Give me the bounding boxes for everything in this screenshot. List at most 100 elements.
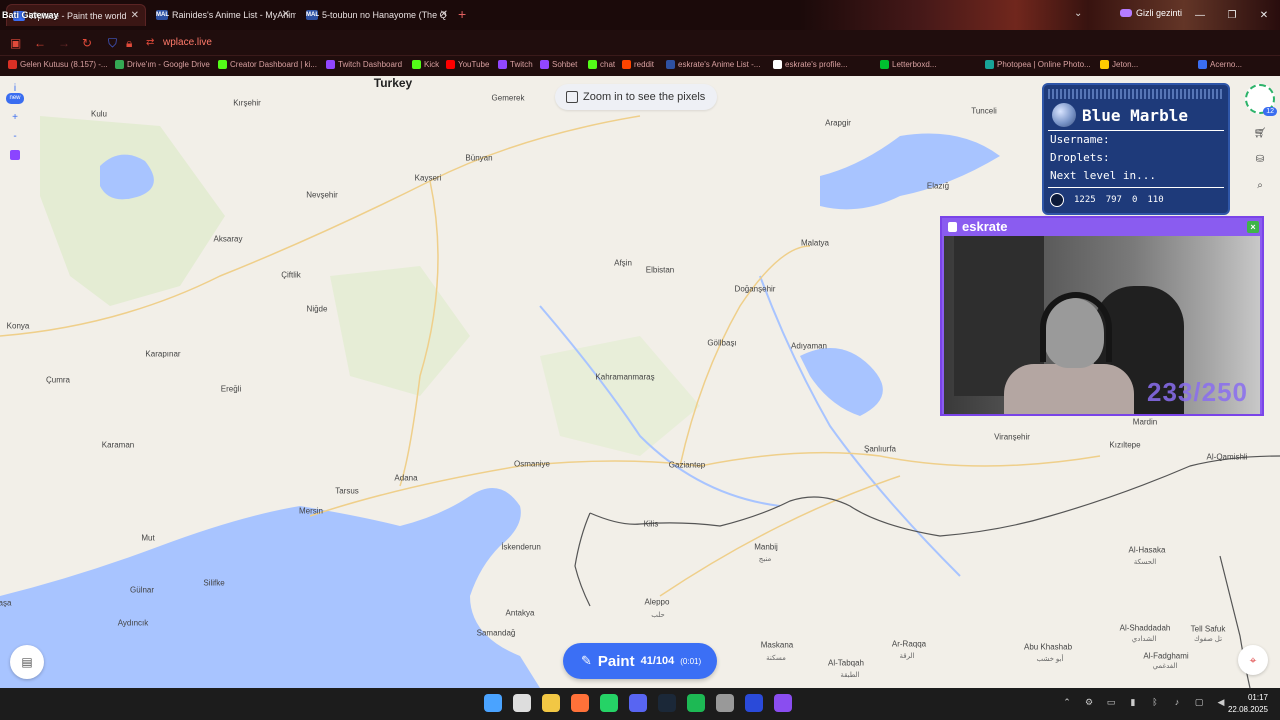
city-label: Gaziantep <box>668 460 706 470</box>
city-label: Al-Shaddadah <box>1119 623 1171 633</box>
system-tray: ⌃ ⚙ ▭ ▮ ᛒ ♪ ▢ ◀ <box>1062 697 1226 709</box>
twitch-icon[interactable] <box>10 150 20 160</box>
steam-icon[interactable] <box>658 694 676 712</box>
vegetation-area <box>330 266 470 396</box>
paint-timer: (0:01) <box>680 656 702 666</box>
bookmark-item[interactable]: chat <box>588 60 615 69</box>
bookmark-label: eskrate's profile... <box>785 60 848 69</box>
bookmark-item[interactable]: Acerno... <box>1198 60 1242 69</box>
discord-icon[interactable] <box>629 694 647 712</box>
bookmark-item[interactable]: YouTube <box>446 60 489 69</box>
coord-tile-y[interactable]: 797 <box>1106 195 1122 205</box>
close-icon[interactable]: ✕ <box>131 5 139 26</box>
cart-icon[interactable]: 🛒︎ <box>1253 128 1267 140</box>
chevron-up-icon[interactable]: ⌃ <box>1062 697 1072 709</box>
layers-button[interactable]: ▤ <box>10 645 44 679</box>
start-icon[interactable] <box>484 694 502 712</box>
coord-pixel-y[interactable]: 110 <box>1147 195 1163 205</box>
bookmark-item[interactable]: Drive'ım - Google Drive <box>115 60 210 69</box>
city-label: Abu Khashab <box>1023 642 1073 652</box>
clock[interactable]: 01:17 22.08.2025 <box>1228 692 1268 716</box>
chatgpt-icon[interactable] <box>716 694 734 712</box>
bookmark-icon <box>588 60 597 69</box>
bookmark-item[interactable]: Kick <box>412 60 439 69</box>
zoom-out-button[interactable]: - <box>13 131 16 142</box>
city-label: Karapınar <box>145 349 181 359</box>
minimize-button[interactable]: — <box>1184 10 1216 21</box>
display-icon[interactable]: ▢ <box>1194 697 1204 709</box>
leaderboard-icon[interactable]: ⛁ <box>1253 154 1267 166</box>
city-label: Çiftlik <box>281 270 301 280</box>
paint-count: 41/104 <box>640 655 675 667</box>
info-button[interactable]: i new <box>6 84 24 104</box>
pin-icon[interactable] <box>1050 193 1064 207</box>
paint-button[interactable]: ✎ Paint 41/104 (0:01) <box>563 643 717 679</box>
app-tray-icon[interactable]: ▭ <box>1106 697 1116 709</box>
url-field[interactable]: wplace.live <box>163 37 212 48</box>
shield-icon[interactable]: ⛉ <box>108 36 117 50</box>
lock-icon[interactable]: 🔒︎ <box>126 36 132 50</box>
bookmark-label: Sohbet <box>552 60 578 69</box>
city-label: Şanlıurfa <box>863 444 897 454</box>
steam-tray-icon[interactable]: ⚙ <box>1084 697 1094 709</box>
tray-icon[interactable]: ▮ <box>1128 697 1138 709</box>
country-border <box>574 512 591 607</box>
spotify-icon[interactable] <box>687 694 705 712</box>
city-label: Karaman <box>101 440 135 450</box>
reload-icon[interactable]: ↻ <box>82 36 92 50</box>
list-tabs-icon[interactable]: ⌄ <box>1074 8 1082 19</box>
bookmark-label: chat <box>600 60 616 69</box>
arabic-city-label: الشدادي <box>1131 636 1157 643</box>
file-explorer-icon[interactable] <box>542 694 560 712</box>
whatsapp-icon[interactable] <box>600 694 618 712</box>
close-icon[interactable]: ✕ <box>282 4 290 26</box>
blue-marble-panel[interactable]: Blue Marble Username: Droplets: Next lev… <box>1042 83 1230 215</box>
search-icon[interactable] <box>513 694 531 712</box>
bookmark-item[interactable]: Creator Dashboard | ki... <box>218 60 317 69</box>
bookmark-item[interactable]: Twitch Dashboard <box>326 60 402 69</box>
mask-icon <box>1120 9 1132 17</box>
maximize-button[interactable]: ❐ <box>1216 10 1248 21</box>
drag-handle[interactable] <box>1048 89 1224 99</box>
bookmark-icon <box>1100 60 1109 69</box>
bookmark-label: Gelen Kutusu (8.157) -... <box>20 60 108 69</box>
bookmark-item[interactable]: eskrate's Anime List -... <box>666 60 760 69</box>
bookmark-item[interactable]: Gelen Kutusu (8.157) -... <box>8 60 108 69</box>
city-label: Malatya <box>800 238 830 248</box>
bookmark-item[interactable]: reddit <box>622 60 654 69</box>
back-icon[interactable]: ← <box>34 36 46 50</box>
avatar[interactable]: 12 <box>1245 84 1277 116</box>
app-9-icon[interactable] <box>745 694 763 712</box>
tab-mal-rainides[interactable]: MAL Rainides's Anime List - MyAnim ✕ <box>150 4 296 26</box>
firefox-icon[interactable] <box>571 694 589 712</box>
bookmark-item[interactable]: Sohbet <box>540 60 577 69</box>
search-icon[interactable]: ⌕ <box>1253 180 1267 192</box>
bookmark-item[interactable]: Letterboxd... <box>880 60 936 69</box>
close-icon[interactable]: ✕ <box>440 4 448 26</box>
bookmark-item[interactable]: Photopea | Online Photo... <box>985 60 1091 69</box>
new-tab-button[interactable]: + <box>458 7 466 21</box>
bookmark-item[interactable]: Twitch <box>498 60 533 69</box>
permissions-icon[interactable]: ⇄ <box>146 36 154 50</box>
close-window-button[interactable]: ✕ <box>1248 10 1280 21</box>
sidebar-toggle-icon[interactable]: ▣ <box>10 36 21 50</box>
microphone-icon[interactable]: ♪ <box>1172 697 1182 709</box>
bookmark-item[interactable]: eskrate's profile... <box>773 60 847 69</box>
volume-icon[interactable]: ◀ <box>1216 697 1226 709</box>
zoom-hint-text: Zoom in to see the pixels <box>583 91 706 103</box>
zoom-in-button[interactable]: + <box>12 112 18 123</box>
zoom-hint[interactable]: Zoom in to see the pixels <box>555 84 718 110</box>
bluetooth-icon[interactable]: ᛒ <box>1150 697 1160 709</box>
coord-pixel-x[interactable]: 0 <box>1132 195 1137 205</box>
country-label: Turkey <box>373 76 413 90</box>
bookmark-item[interactable]: Jeton... <box>1100 60 1138 69</box>
bookmark-label: reddit <box>634 60 655 69</box>
city-label: Aksaray <box>213 234 243 244</box>
tab-mal-hanayome[interactable]: MAL 5-toubun no Hanayome (The Q ✕ <box>300 4 454 26</box>
browser-tab-bar: Wplace - Paint the world ✕ MAL Rainides'… <box>0 0 1280 30</box>
coord-tile-x[interactable]: 1225 <box>1074 195 1096 205</box>
forward-icon[interactable]: → <box>58 36 70 50</box>
locate-button[interactable]: ⌖ <box>1238 645 1268 675</box>
city-label: Aleppo <box>644 597 670 607</box>
obs-icon[interactable] <box>774 694 792 712</box>
